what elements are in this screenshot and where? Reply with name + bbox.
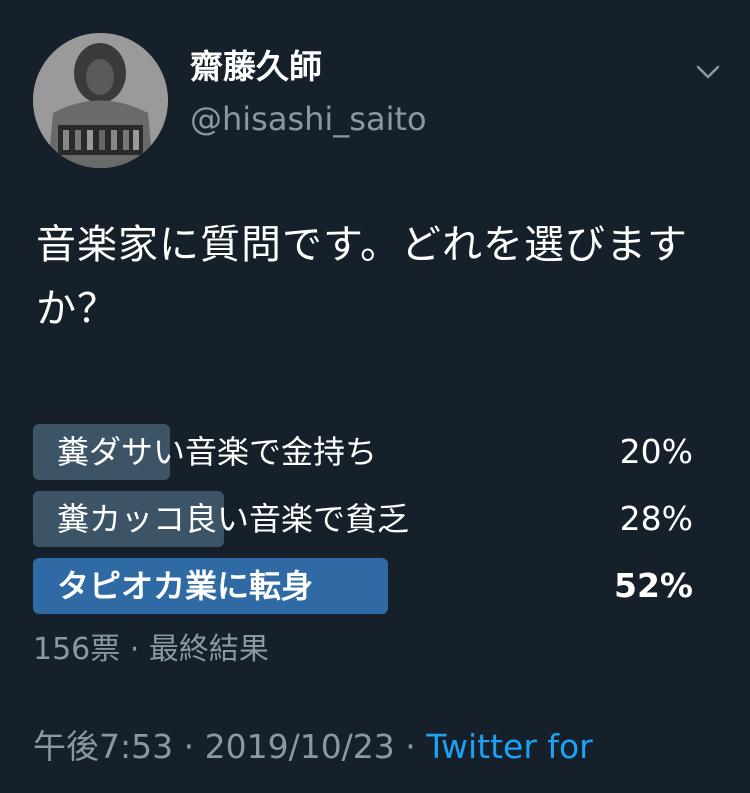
separator: · <box>173 727 205 766</box>
poll-option-percent: 52% <box>614 566 693 605</box>
tweet-text: 音楽家に質問です。どれを選びますか？ <box>36 222 688 332</box>
poll-meta: 156票 · 最終結果 <box>33 630 269 670</box>
user-handle[interactable]: @hisashi_saito <box>190 99 427 139</box>
poll-option-percent: 28% <box>619 499 693 538</box>
poll-option: タピオカ業に転身 52% <box>33 558 703 614</box>
poll: 糞ダサい音楽で金持ち 20% 糞カッコ良い音楽で貧乏 28% タピオカ業に転身 … <box>33 424 703 625</box>
tweet-footer: 午後7:53 · 2019/10/23 · Twitter for <box>33 725 593 769</box>
poll-status: 最終結果 <box>148 632 269 667</box>
poll-option: 糞ダサい音楽で金持ち 20% <box>33 424 703 480</box>
tweet-date[interactable]: 2019/10/23 <box>205 727 395 766</box>
separator: · <box>120 632 149 667</box>
display-name[interactable]: 齋藤久師 <box>190 47 322 87</box>
poll-option-label: 糞カッコ良い音楽で貧乏 <box>57 500 410 538</box>
avatar[interactable] <box>33 33 168 168</box>
tweet-time[interactable]: 午後7:53 <box>33 727 173 766</box>
separator: · <box>394 727 427 766</box>
tweet-source-link[interactable]: Twitter for <box>426 727 592 766</box>
poll-option-percent: 20% <box>619 432 693 471</box>
poll-option: 糞カッコ良い音楽で貧乏 28% <box>33 491 703 547</box>
poll-option-label: 糞ダサい音楽で金持ち <box>57 433 378 471</box>
chevron-down-icon[interactable] <box>694 60 722 84</box>
poll-vote-count: 156票 <box>33 632 121 667</box>
poll-option-label: タピオカ業に転身 <box>57 567 314 605</box>
tweet-card: 齋藤久師 @hisashi_saito 音楽家に質問です。どれを選びますか？ 糞… <box>0 0 750 793</box>
